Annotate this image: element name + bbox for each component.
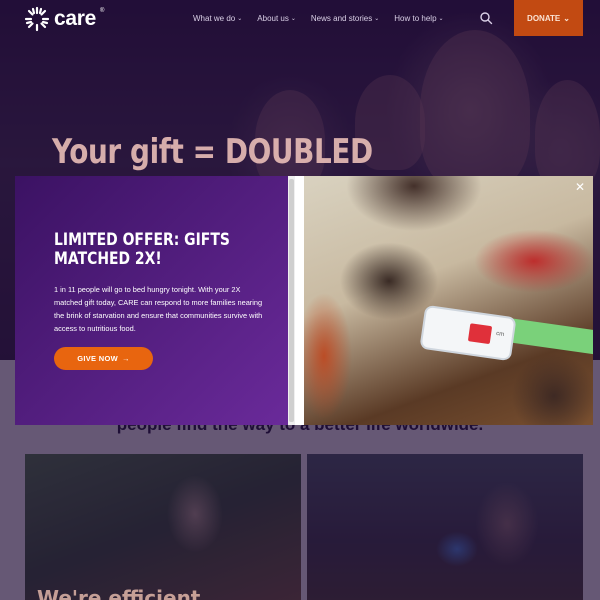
chevron-down-icon: ⌄ (438, 16, 444, 22)
care-logo[interactable]: care ® (24, 6, 104, 32)
modal-body-text: 1 in 11 people will go to bed hungry ton… (54, 285, 263, 333)
chevron-down-icon: ⌄ (374, 16, 380, 22)
nav-item-how-to-help[interactable]: How to help ⌄ (394, 14, 443, 23)
logo-trademark: ® (100, 8, 105, 14)
story-card[interactable] (307, 454, 583, 600)
nav-item-what-we-do[interactable]: What we do ⌄ (193, 14, 242, 23)
nav-item-about-us[interactable]: About us ⌄ (257, 14, 296, 23)
modal-photo: cm ✕ (304, 176, 593, 425)
card-overlay (307, 454, 583, 600)
donate-button[interactable]: DONATE ⌄ (514, 0, 583, 36)
band-unit-label: cm (495, 330, 505, 339)
card-overlay (25, 454, 301, 600)
care-logo-icon (24, 6, 50, 32)
give-now-button[interactable]: GIVE NOW → (54, 347, 153, 370)
nav-item-news-and-stories[interactable]: News and stories ⌄ (311, 14, 379, 23)
donation-modal: LIMITED OFFER: GIFTS MATCHED 2X! 1 in 11… (15, 176, 593, 425)
band-red-zone (467, 323, 493, 345)
story-card[interactable]: We're efficient (25, 454, 301, 600)
nav-item-label: How to help (394, 14, 437, 23)
main-nav: What we do ⌄ About us ⌄ News and stories… (193, 14, 459, 23)
close-icon[interactable]: ✕ (573, 180, 587, 194)
chevron-down-icon: ⌄ (237, 16, 243, 22)
modal-content-panel: LIMITED OFFER: GIFTS MATCHED 2X! 1 in 11… (15, 176, 288, 425)
logo-wordmark: care (54, 7, 97, 30)
chevron-down-icon: ⌄ (563, 13, 570, 23)
card-heading: We're efficient (37, 586, 201, 600)
modal-divider (288, 176, 304, 425)
modal-scrollbar[interactable] (288, 176, 295, 425)
search-icon[interactable] (479, 11, 493, 25)
hero-headline: Your gift = DOUBLED (52, 132, 373, 172)
muac-band: cm (419, 304, 517, 362)
nav-item-label: News and stories (310, 14, 373, 23)
scrollbar-thumb[interactable] (289, 179, 294, 422)
give-now-label: GIVE NOW (77, 354, 118, 363)
nav-item-label: About us (257, 14, 289, 23)
site-header: care ® What we do ⌄ About us ⌄ News and … (0, 0, 600, 38)
chevron-down-icon: ⌄ (290, 16, 296, 22)
modal-title: LIMITED OFFER: GIFTS MATCHED 2X! (54, 230, 230, 269)
nav-item-label: What we do (193, 14, 236, 23)
donate-label: DONATE (527, 13, 561, 23)
arrow-right-icon: → (121, 354, 130, 363)
